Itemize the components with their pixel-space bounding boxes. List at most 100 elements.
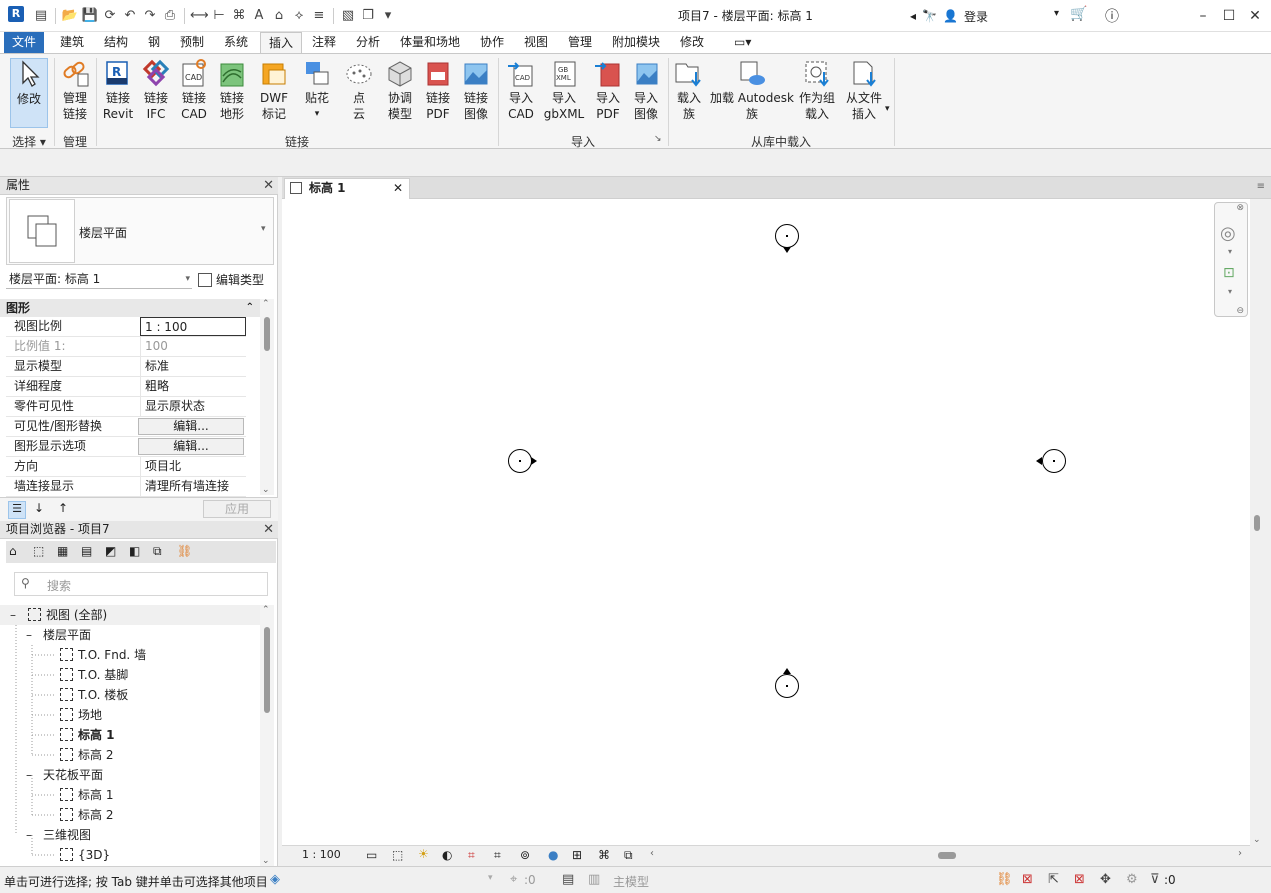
- graphics-section-header[interactable]: 图形 ⌃: [0, 299, 260, 317]
- infocenter-arrow-icon[interactable]: ◂: [910, 9, 916, 23]
- filter-icon[interactable]: ⊽: [1150, 872, 1160, 887]
- insert-dropdown-icon[interactable]: ▾: [885, 104, 890, 114]
- close-icon[interactable]: ✕: [393, 179, 403, 198]
- editable-only-icon[interactable]: ⌖: [510, 872, 517, 887]
- vg-edit-button[interactable]: 编辑...: [138, 418, 244, 435]
- temporary-hide-icon[interactable]: ⊚: [520, 848, 530, 862]
- login-button[interactable]: 登录: [964, 8, 988, 25]
- scroll-left-icon[interactable]: ‹: [650, 848, 654, 859]
- close-icon[interactable]: ✕: [263, 177, 274, 194]
- home-doc-icon[interactable]: ▤: [32, 7, 50, 25]
- link-ifc-button[interactable]: 链接 IFC: [138, 58, 174, 122]
- minimize-button[interactable]: –: [1192, 6, 1214, 26]
- zoom-dropdown-icon[interactable]: ▾: [1228, 287, 1232, 296]
- tab-analyze[interactable]: 分析: [348, 32, 388, 53]
- close-hidden-icon[interactable]: ▧: [339, 7, 357, 25]
- scroll-right-icon[interactable]: ›: [1238, 848, 1242, 859]
- import-cad-button[interactable]: CAD 导入 CAD: [502, 58, 540, 122]
- sort-descending-icon[interactable]: ↑: [58, 501, 68, 515]
- temporary-view-properties-icon[interactable]: ⊞: [572, 848, 582, 862]
- tag-icon[interactable]: ⌘: [230, 7, 248, 25]
- 2d-wheel-icon[interactable]: ◎: [1220, 223, 1236, 244]
- drag-on-selection-icon[interactable]: ✥: [1100, 872, 1111, 887]
- elevation-marker-east[interactable]: [1042, 449, 1066, 473]
- select-underlay-icon[interactable]: ⊠: [1022, 872, 1033, 887]
- undo-icon[interactable]: ↶: [121, 7, 139, 25]
- view-scale-input[interactable]: 1 : 100: [140, 317, 246, 336]
- point-cloud-button[interactable]: 点云: [340, 58, 378, 122]
- link-revit-button[interactable]: R 链接 Revit: [100, 58, 136, 122]
- dwf-markup-button[interactable]: DWF 标记: [254, 58, 294, 122]
- edit-type-button[interactable]: 编辑类型: [198, 271, 264, 289]
- property-row[interactable]: 方向 项目北: [6, 457, 246, 477]
- properties-scrollbar[interactable]: ⌃ ⌄: [260, 299, 274, 495]
- apply-button[interactable]: 应用: [203, 500, 271, 518]
- thin-lines-icon[interactable]: ≡: [310, 7, 328, 25]
- link-image-button[interactable]: 链接 图像: [458, 58, 494, 122]
- tab-file[interactable]: 文件: [4, 32, 45, 53]
- property-row[interactable]: 详细程度 粗略: [6, 377, 246, 397]
- import-dialog-launcher-icon[interactable]: ↘: [654, 134, 662, 144]
- link-topography-button[interactable]: 链接 地形: [214, 58, 250, 122]
- import-pdf-button[interactable]: 导入 PDF: [590, 58, 626, 122]
- redo-icon[interactable]: ↷: [141, 7, 159, 25]
- ribbon-options-icon[interactable]: ▭▾: [734, 35, 751, 49]
- visual-style-icon[interactable]: ⬚: [392, 848, 403, 862]
- binoculars-icon[interactable]: 🔭: [922, 9, 937, 23]
- scale-display[interactable]: 1 : 100: [302, 848, 341, 861]
- elevation-marker-north[interactable]: [775, 224, 799, 248]
- canvas-vertical-scrollbar[interactable]: ⌄: [1250, 199, 1264, 845]
- property-row[interactable]: 零件可见性 显示原状态: [6, 397, 246, 417]
- select-group-label[interactable]: 选择 ▾: [10, 133, 48, 150]
- open-icon[interactable]: 📂: [61, 7, 79, 25]
- tab-modify[interactable]: 修改: [672, 32, 712, 53]
- sun-path-icon[interactable]: ☀: [418, 847, 429, 861]
- property-row[interactable]: 显示模型 标准: [6, 357, 246, 377]
- modify-button[interactable]: 修改: [10, 58, 48, 128]
- type-dropdown-icon[interactable]: ▾: [261, 224, 266, 234]
- print-icon[interactable]: ⎙: [161, 7, 179, 25]
- coordination-model-button[interactable]: 协调 模型: [382, 58, 418, 122]
- decal-dropdown-icon[interactable]: ▾: [298, 106, 336, 122]
- options-icon[interactable]: ⊖: [1236, 306, 1244, 316]
- sort-category-icon[interactable]: ☰: [8, 501, 26, 519]
- import-image-button[interactable]: 导入 图像: [628, 58, 664, 122]
- tab-annotate[interactable]: 注释: [304, 32, 344, 53]
- link-cad-button[interactable]: CAD 链接 CAD: [176, 58, 212, 122]
- qat-dropdown-icon[interactable]: ▾: [379, 7, 397, 25]
- save-icon[interactable]: 💾: [81, 7, 99, 25]
- type-selector[interactable]: 楼层平面 ▾: [6, 197, 274, 265]
- show-crop-icon[interactable]: ⌗: [494, 848, 501, 863]
- close-icon[interactable]: ✕: [263, 521, 274, 538]
- close-button[interactable]: ✕: [1244, 6, 1266, 26]
- default-3d-icon[interactable]: ⌂: [270, 7, 288, 25]
- cart-icon[interactable]: 🛒: [1070, 6, 1087, 22]
- tab-structure[interactable]: 结构: [96, 32, 136, 53]
- select-by-face-icon[interactable]: ⊠: [1074, 872, 1085, 887]
- tab-systems[interactable]: 系统: [216, 32, 256, 53]
- switch-windows-icon[interactable]: ❐: [359, 7, 377, 25]
- design-options-dropdown-icon[interactable]: ▥: [588, 872, 600, 887]
- zoom-icon[interactable]: ⊡: [1223, 265, 1235, 281]
- select-pinned-icon[interactable]: ⇱: [1048, 872, 1059, 887]
- detail-level-icon[interactable]: ▭: [366, 848, 377, 862]
- drawing-canvas[interactable]: ⊗ ◎ ▾ ⊡ ▾ ⊖: [282, 199, 1250, 845]
- shadows-icon[interactable]: ◐: [442, 848, 452, 862]
- reveal-hidden-icon[interactable]: ●: [548, 848, 558, 862]
- crop-view-icon[interactable]: ⌗: [468, 848, 475, 863]
- sync-icon[interactable]: ⟳: [101, 7, 119, 25]
- login-dropdown-icon[interactable]: ▾: [1054, 8, 1059, 19]
- elevation-marker-west[interactable]: [508, 449, 532, 473]
- tab-precast[interactable]: 预制: [172, 32, 212, 53]
- user-icon[interactable]: 👤: [943, 9, 958, 23]
- load-as-group-button[interactable]: 作为组 载入: [798, 58, 836, 122]
- import-gbxml-button[interactable]: GB XML 导入 gbXML: [542, 58, 586, 122]
- horizontal-scroll-thumb[interactable]: [938, 852, 956, 859]
- tab-architecture[interactable]: 建筑: [52, 32, 92, 53]
- load-family-button[interactable]: 载入族: [672, 58, 706, 122]
- help-icon[interactable]: ⓘ: [1105, 6, 1119, 26]
- instance-selector[interactable]: 楼层平面: 标高 1 ▾: [6, 269, 192, 289]
- close-icon[interactable]: ⊗: [1236, 203, 1244, 213]
- sort-ascending-icon[interactable]: ↓: [34, 501, 44, 515]
- section-icon[interactable]: ⟡: [290, 7, 308, 25]
